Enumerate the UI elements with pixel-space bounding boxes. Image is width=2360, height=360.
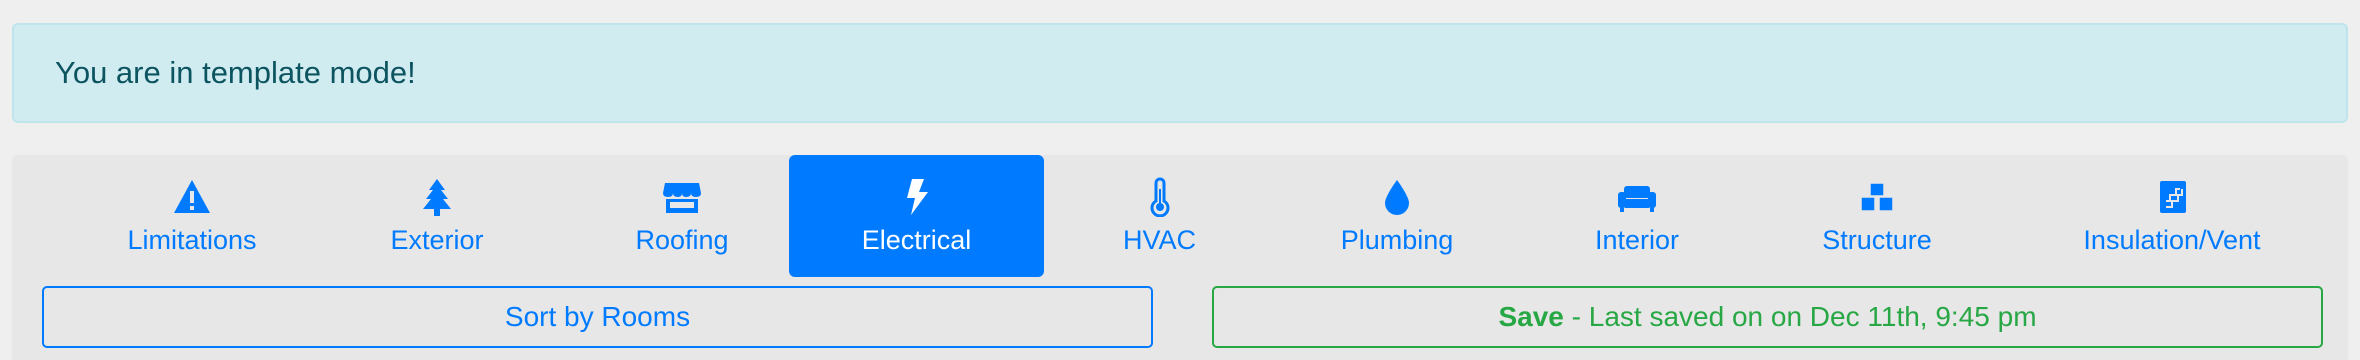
insulation-icon [2152, 177, 2192, 217]
tab-plumbing[interactable]: Plumbing [1257, 155, 1537, 277]
tab-interior[interactable]: Interior [1512, 155, 1762, 277]
warning-triangle-icon [172, 177, 212, 217]
cubes-icon [1857, 177, 1897, 217]
lightning-bolt-icon [897, 177, 937, 217]
save-button[interactable]: Save - Last saved on on Dec 11th, 9:45 p… [1212, 286, 2323, 348]
category-panel: Limitations Exterior Roofing Electrical … [12, 155, 2348, 360]
alert-text: You are in template mode! [55, 55, 416, 90]
tab-label: Electrical [861, 225, 972, 255]
tab-label: Interior [1594, 225, 1680, 255]
sort-by-rooms-button[interactable]: Sort by Rooms [42, 286, 1153, 348]
tab-structure[interactable]: Structure [1752, 155, 2002, 277]
tab-label: Insulation/Vent [2083, 225, 2261, 255]
tab-label: Roofing [635, 225, 729, 255]
tab-label: Plumbing [1340, 225, 1454, 255]
tab-electrical[interactable]: Electrical [789, 155, 1044, 277]
tab-label: Limitations [127, 225, 257, 255]
tab-label: Structure [1822, 225, 1932, 255]
thermometer-icon [1140, 177, 1180, 217]
couch-icon [1617, 177, 1657, 217]
last-saved-status: - Last saved on on Dec 11th, 9:45 pm [1563, 301, 2037, 332]
sort-button-label: Sort by Rooms [504, 301, 691, 332]
tab-limitations[interactable]: Limitations [52, 155, 332, 277]
template-mode-alert: You are in template mode! [12, 23, 2348, 123]
tab-label: Exterior [390, 225, 484, 255]
save-button-label: Save [1498, 301, 1564, 332]
tab-insulation-vent[interactable]: Insulation/Vent [2037, 155, 2307, 277]
tab-hvac[interactable]: HVAC [1032, 155, 1287, 277]
tab-roofing[interactable]: Roofing [557, 155, 807, 277]
tree-icon [417, 177, 457, 217]
tab-label: HVAC [1122, 225, 1196, 255]
storefront-icon [662, 177, 702, 217]
tab-exterior[interactable]: Exterior [312, 155, 562, 277]
water-drop-icon [1377, 177, 1417, 217]
